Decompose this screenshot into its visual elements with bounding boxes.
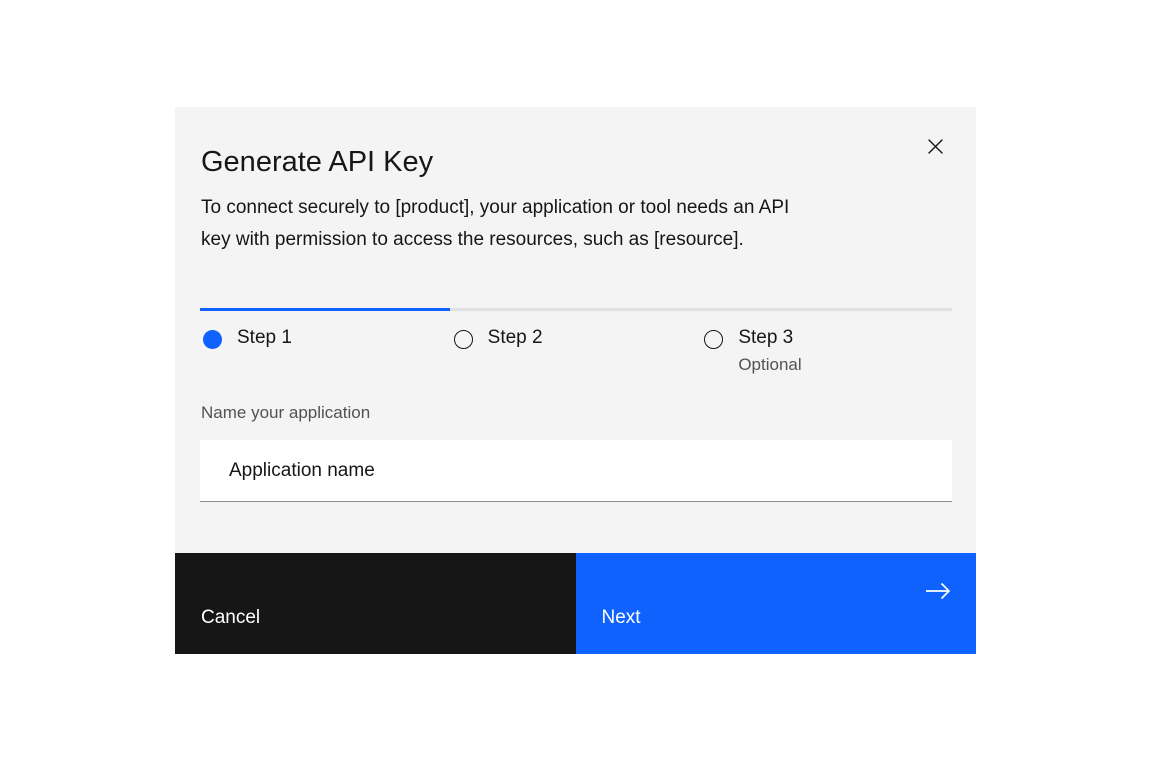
step-2-label: Step 2 [488, 323, 702, 350]
step-3-label: Step 3 [738, 323, 952, 350]
step-2-circle-icon [454, 330, 473, 349]
progress-fill [200, 308, 450, 311]
close-icon [927, 138, 944, 155]
modal-footer: Cancel Next [175, 553, 976, 654]
step-3-circle-icon [704, 330, 723, 349]
step-3[interactable]: Step 3 Optional [701, 323, 952, 376]
arrow-right-icon [924, 581, 952, 601]
cancel-button[interactable]: Cancel [175, 553, 576, 654]
progress-track [200, 308, 952, 311]
close-button[interactable] [919, 130, 951, 162]
step-3-optional-label: Optional [738, 353, 952, 376]
generate-api-key-modal: Generate API Key To connect securely to … [175, 107, 976, 654]
step-1[interactable]: Step 1 [200, 323, 451, 376]
modal-description: To connect securely to [product], your a… [201, 192, 931, 255]
next-button[interactable]: Next [576, 553, 977, 654]
progress-steps: Step 1 Step 2 Step 3 Optional [200, 323, 952, 376]
step-2[interactable]: Step 2 [451, 323, 702, 376]
next-button-label: Next [602, 607, 641, 628]
page-title: Generate API Key [201, 143, 433, 181]
step-1-label: Step 1 [237, 323, 451, 350]
application-name-label: Name your application [201, 402, 370, 424]
application-name-input[interactable] [200, 440, 952, 502]
step-1-current-dot-icon [203, 330, 222, 349]
